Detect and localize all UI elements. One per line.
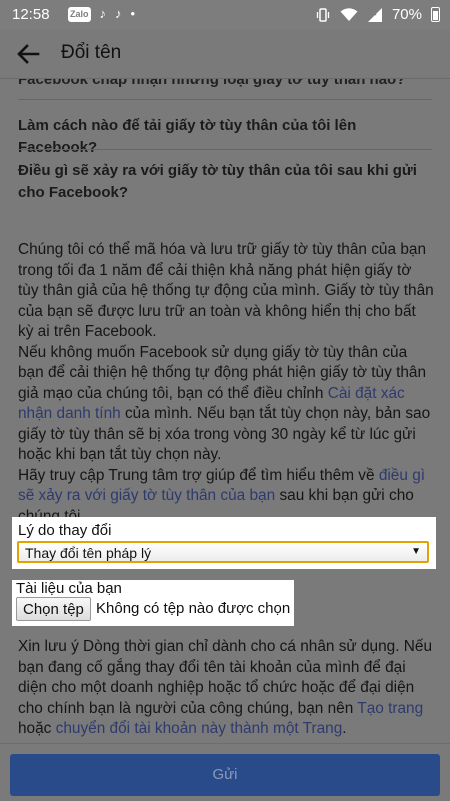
top-bar: Đổi tên: [0, 30, 450, 79]
answer-paragraph-1: Chúng tôi có thể mã hóa và lưu trữ giấy …: [18, 241, 434, 340]
back-button[interactable]: [12, 38, 44, 70]
send-button[interactable]: Gửi: [10, 754, 440, 796]
tiktok-icon: ♪: [115, 6, 122, 21]
dot-icon: •: [130, 6, 136, 21]
create-page-link[interactable]: Tạo trang: [357, 700, 423, 717]
convert-to-page-link[interactable]: chuyển đổi tài khoản này thành một Trang: [56, 720, 343, 737]
documents-label: Tài liệu của bạn: [16, 580, 122, 597]
timeline-note: Xin lưu ý Dòng thời gian chỉ dành cho cá…: [18, 638, 433, 737]
battery-icon: [431, 7, 440, 22]
vibrate-icon: [316, 7, 330, 22]
status-time: 12:58: [12, 6, 50, 23]
faq-question-what-happens[interactable]: Điều gì sẽ xảy ra với giấy tờ tùy thân c…: [18, 160, 423, 204]
no-file-text: Không có tệp nào được chọn: [96, 600, 291, 617]
status-bar: 12:58 Zalo ♪ ♪ • 70%: [0, 0, 450, 30]
system-icons: 70%: [315, 6, 440, 23]
reason-label: Lý do thay đổi: [18, 522, 112, 539]
dropdown-arrow-icon: ▼: [411, 546, 421, 557]
main-content[interactable]: Facebook chấp nhận những loại giấy tờ tù…: [0, 79, 450, 743]
reason-select[interactable]: Thay đổi tên pháp lý ▼: [17, 541, 429, 563]
arrow-left-icon: [17, 44, 40, 64]
answer-paragraph-2: Nếu không muốn Facebook sử dụng giấy tờ …: [18, 343, 431, 464]
divider: [18, 149, 432, 150]
wifi-icon: [340, 8, 358, 21]
choose-file-button[interactable]: Chọn tệp: [16, 597, 91, 621]
battery-text: 70%: [391, 6, 422, 23]
faq-answer: Chúng tôi có thể mã hóa và lưu trữ giấy …: [18, 240, 434, 527]
reason-selected-value: Thay đổi tên pháp lý: [25, 545, 152, 561]
zalo-icon: Zalo: [68, 7, 91, 22]
divider: [18, 99, 432, 100]
bottom-bar: Gửi: [0, 743, 450, 801]
page-title: Đổi tên: [61, 42, 122, 63]
notification-icons: Zalo ♪ ♪ •: [68, 6, 135, 22]
faq-question-upload-id[interactable]: Làm cách nào để tải giấy tờ tùy thân của…: [18, 115, 423, 159]
faq-question-cut-off[interactable]: Facebook chấp nhận những loại giấy tờ tù…: [18, 79, 428, 88]
tiktok-icon: ♪: [99, 6, 107, 21]
signal-icon: [367, 7, 382, 22]
